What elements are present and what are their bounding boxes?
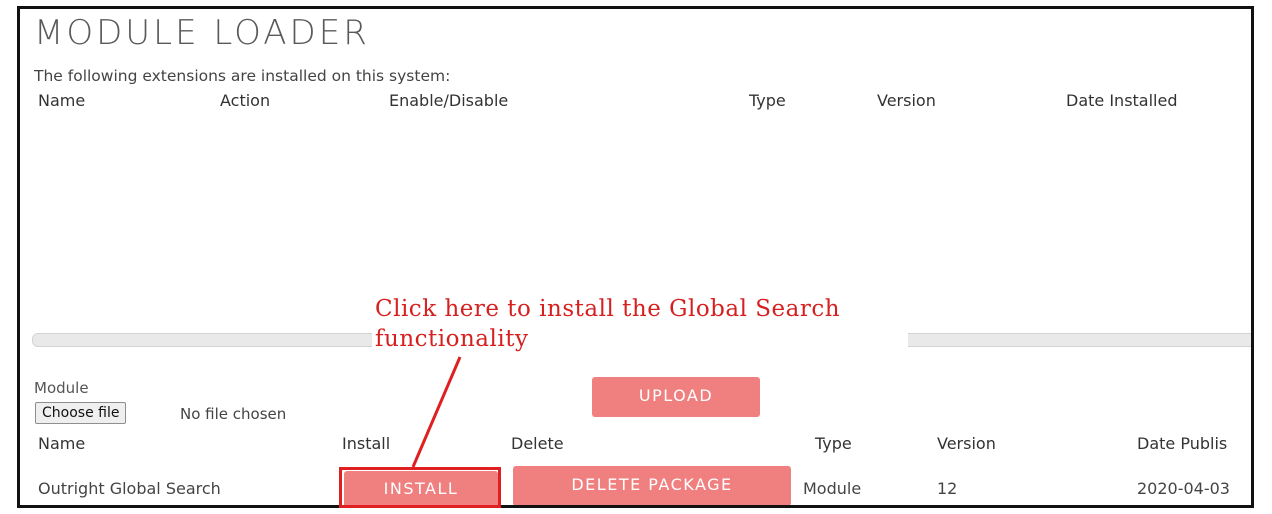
installed-header-type: Type (749, 91, 786, 110)
installed-header-action: Action (220, 91, 271, 110)
installed-header-date-installed: Date Installed (1066, 91, 1178, 110)
page-title: MODULE LOADER (34, 13, 370, 53)
installed-extensions-caption: The following extensions are installed o… (34, 67, 451, 85)
packages-header-delete: Delete (511, 434, 564, 453)
installed-header-name: Name (38, 91, 86, 110)
packages-header-date-published: Date Publis (1137, 434, 1228, 453)
packages-header-version: Version (937, 434, 996, 453)
package-name: Outright Global Search (38, 479, 221, 498)
upload-button[interactable]: UPLOAD (592, 377, 760, 417)
module-loader-panel: MODULE LOADER The following extensions a… (17, 6, 1254, 508)
choose-file-button[interactable]: Choose file (35, 402, 127, 424)
installed-header-enable-disable: Enable/Disable (389, 91, 509, 110)
package-version: 12 (937, 479, 958, 498)
install-button[interactable]: INSTALL (344, 471, 498, 505)
callout-annotation: Click here to install the Global Search … (375, 296, 841, 352)
packages-header-install: Install (342, 434, 391, 453)
packages-header-type: Type (815, 434, 852, 453)
delete-package-button[interactable]: DELETE PACKAGE (513, 466, 791, 505)
no-file-chosen-text: No file chosen (180, 405, 287, 423)
installed-header-version: Version (877, 91, 936, 110)
package-type: Module (803, 479, 862, 498)
packages-header-name: Name (38, 434, 86, 453)
module-label: Module (34, 379, 89, 397)
package-date-published: 2020-04-03 (1137, 479, 1230, 498)
